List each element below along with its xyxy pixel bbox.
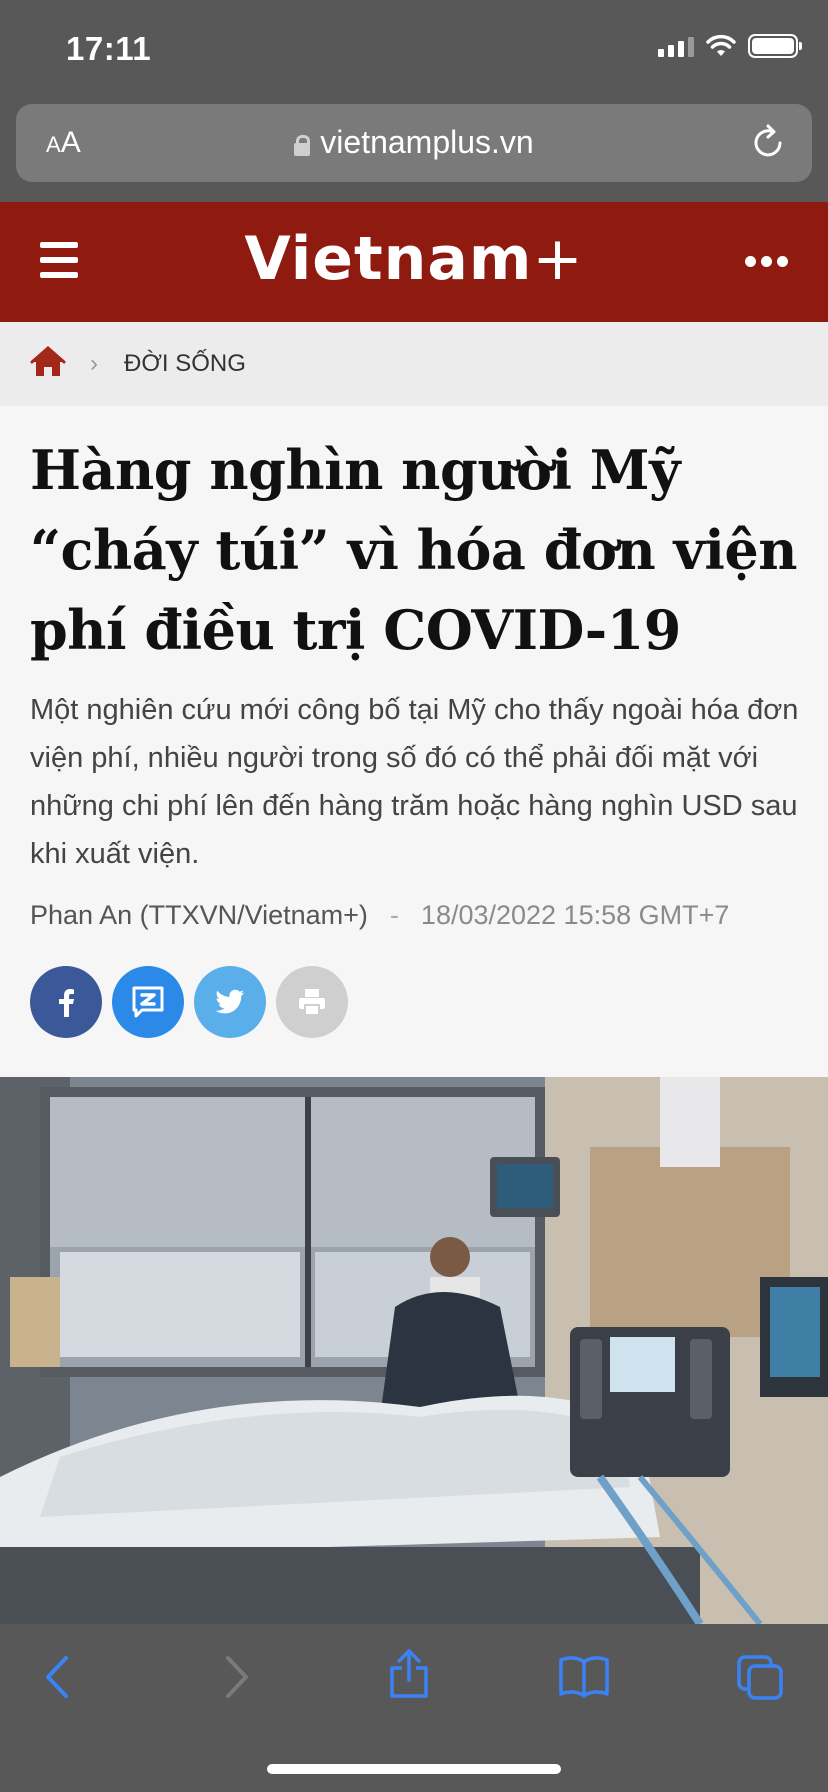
- back-icon[interactable]: [42, 1654, 72, 1700]
- breadcrumb-section[interactable]: ĐỜI SỐNG: [124, 350, 246, 378]
- forward-icon[interactable]: [222, 1654, 252, 1700]
- share-icon[interactable]: [386, 1648, 432, 1700]
- tabs-icon[interactable]: [736, 1654, 784, 1700]
- article-photo[interactable]: [0, 1077, 828, 1624]
- breadcrumb-separator-icon: ›: [90, 350, 98, 377]
- status-time: 17:11: [66, 30, 152, 67]
- hospital-photo-illustration: [0, 1077, 828, 1624]
- cellular-signal-icon: [658, 35, 694, 57]
- bookmarks-icon[interactable]: [558, 1654, 610, 1698]
- article-date: 18/03/2022 15:58 GMT+7: [420, 900, 730, 930]
- lock-icon: [294, 135, 311, 156]
- article-summary: Một nghiên cứu mới công bố tại Mỹ cho th…: [30, 694, 799, 870]
- address-bar[interactable]: AA vietnamplus.vn: [16, 104, 812, 182]
- home-indicator[interactable]: [267, 1764, 561, 1774]
- wifi-icon: [706, 34, 736, 56]
- breadcrumb: › ĐỜI SỐNG: [0, 322, 828, 406]
- twitter-icon: [215, 989, 244, 1014]
- battery-icon: [748, 34, 802, 58]
- byline-separator: -: [389, 900, 399, 930]
- zalo-icon: [132, 986, 164, 1018]
- twitter-share-button[interactable]: [194, 966, 266, 1038]
- home-icon[interactable]: [30, 346, 66, 378]
- share-buttons: [30, 966, 348, 1038]
- article-headline: Hàng nghìn người Mỹ “cháy túi” vì hóa đơ…: [30, 438, 798, 662]
- print-button[interactable]: [276, 966, 348, 1038]
- facebook-share-button[interactable]: [30, 966, 102, 1038]
- print-icon: [299, 989, 325, 1016]
- site-logo[interactable]: Vietnam+: [0, 224, 828, 294]
- reload-icon[interactable]: [752, 124, 786, 160]
- url-text: vietnamplus.vn: [320, 124, 534, 160]
- status-icons: [658, 34, 802, 58]
- article-byline: Phan An (TTXVN/Vietnam+) -18/03/2022 15:5…: [30, 900, 729, 931]
- article-author: Phan An (TTXVN/Vietnam+): [30, 900, 368, 930]
- url-display[interactable]: vietnamplus.vn: [16, 124, 812, 161]
- zalo-share-button[interactable]: [112, 966, 184, 1038]
- site-header: Vietnam+: [0, 202, 828, 322]
- more-options-icon[interactable]: [745, 256, 788, 267]
- facebook-icon: [59, 989, 74, 1017]
- browser-top-chrome: 17:11 AA vietnamplus.vn: [0, 0, 828, 202]
